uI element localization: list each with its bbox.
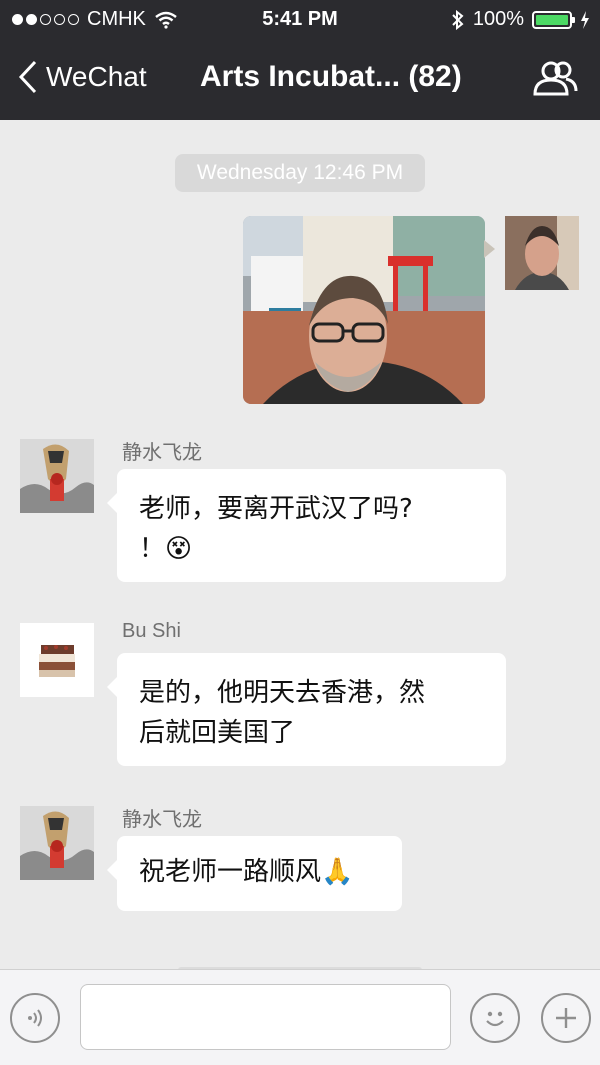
nav-bar: WeChat Arts Incubat... (82): [0, 38, 600, 120]
people-icon: [533, 61, 578, 96]
message-bubble[interactable]: 老师，要离开武汉了吗? ！😵: [107, 469, 506, 582]
voice-button[interactable]: [10, 993, 60, 1043]
back-label: WeChat: [46, 61, 147, 92]
chevron-left-icon: [18, 60, 37, 94]
group-info-button[interactable]: [532, 60, 578, 103]
avatar-image: [20, 623, 94, 697]
battery-icon: [532, 10, 575, 29]
avatar-image: [20, 439, 94, 513]
status-bar: CMHK 5:41 PM 100%: [0, 0, 600, 38]
bluetooth-icon: [452, 9, 464, 30]
sender-avatar[interactable]: [20, 623, 94, 697]
sender-avatar[interactable]: [20, 439, 94, 513]
sender-name: 静水飞龙: [122, 442, 202, 464]
smile-icon: [486, 1011, 504, 1027]
message-bubble[interactable]: 祝老师一路顺风🙏: [107, 836, 402, 911]
photo-message[interactable]: [243, 216, 485, 404]
chat-title: Arts Incubat... (82): [200, 60, 462, 93]
message-input[interactable]: [80, 984, 451, 1050]
plus-icon: [556, 1008, 576, 1028]
voice-icon: [28, 1009, 42, 1027]
selfie-image: [243, 216, 485, 404]
message-bubble[interactable]: 是的，他明天去香港，然 后就回美国了: [107, 653, 506, 766]
sender-name: 静水飞龙: [122, 809, 202, 831]
photo-message-tail: [484, 240, 495, 258]
sender-avatar[interactable]: [20, 806, 94, 880]
portrait-image: [505, 216, 579, 290]
more-button[interactable]: [541, 993, 591, 1043]
emoji-button[interactable]: [470, 993, 520, 1043]
sender-name: Bu Shi: [122, 620, 181, 642]
back-button[interactable]: WeChat: [18, 60, 147, 94]
input-bar: [0, 969, 600, 1065]
timestamp: Wednesday 12:46 PM: [175, 154, 425, 192]
self-avatar[interactable]: [505, 216, 579, 290]
charging-icon: [581, 10, 589, 29]
chat-area[interactable]: Wednesday 12:46 PM 静水飞龙 老师，要离开武汉了吗? ！😵 B…: [0, 120, 600, 970]
avatar-image: [20, 806, 94, 880]
status-right: 100%: [451, 8, 590, 31]
battery-percent: 100%: [472, 8, 524, 30]
